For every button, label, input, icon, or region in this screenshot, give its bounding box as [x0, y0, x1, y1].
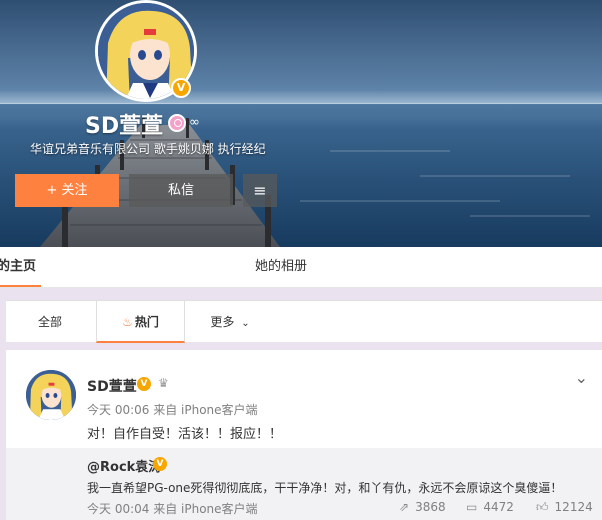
- filter-hot[interactable]: ♨ 热门: [96, 301, 185, 343]
- share-icon: ⇗: [399, 500, 410, 514]
- message-button[interactable]: 私信: [129, 174, 233, 207]
- filter-more[interactable]: 更多 ⌄: [202, 301, 258, 343]
- verified-badge-icon: V: [171, 78, 191, 98]
- chevron-down-icon[interactable]: ⌄: [575, 368, 588, 387]
- profile-cover: V SD萱萱 ∞ 华谊兄弟音乐有限公司 歌手姚贝娜 执行经纪 + 关注 私信 ≡: [0, 0, 602, 247]
- chevron-down-icon: ⌄: [241, 318, 250, 329]
- female-gender-icon: [168, 114, 186, 132]
- verified-badge-icon: V: [137, 377, 151, 391]
- profile-tabs: 的主页 她的相册: [0, 247, 602, 288]
- post-card: SD萱萱 V ♛ ⌄ 今天 00:06 来自 iPhone客户端 对！自作自受！…: [6, 350, 602, 520]
- filter-hot-label: 热门: [134, 315, 159, 329]
- comment-count[interactable]: ▭ 4472: [466, 500, 514, 514]
- poster-avatar[interactable]: [26, 370, 76, 420]
- share-count[interactable]: ⇗ 3868: [399, 500, 446, 514]
- repost-timestamp[interactable]: 今天 00:04 来自 iPhone客户端: [87, 500, 258, 517]
- repost-text: 我一直希望PG-one死得彻彻底底，干干净净！对，和丫有仇，永远不会原谅这个臭傻…: [87, 481, 563, 495]
- filter-all[interactable]: 全部: [22, 301, 78, 343]
- profile-name: SD萱萱: [85, 114, 164, 139]
- filter-more-label: 更多: [210, 315, 235, 329]
- follow-button[interactable]: + 关注: [15, 174, 119, 207]
- verified-badge-icon: V: [153, 457, 167, 471]
- repost-block: @Rock袁涛 V 我一直希望PG-one死得彻彻底底，干干净净！对，和丫有仇，…: [6, 448, 602, 520]
- comment-icon: ▭: [466, 500, 478, 514]
- post-text: 对！自作自受！活该！！报应！！: [87, 427, 283, 442]
- poster-name[interactable]: SD萱萱: [87, 376, 137, 396]
- tab-home[interactable]: 的主页: [0, 247, 41, 287]
- crown-icon: ♛: [158, 376, 169, 390]
- fire-icon: ♨: [122, 315, 133, 329]
- comment-count-value: 4472: [483, 500, 514, 514]
- profile-description: 华谊兄弟音乐有限公司 歌手姚贝娜 执行经纪: [30, 142, 266, 156]
- like-count[interactable]: 👍︎ 12124: [536, 500, 593, 515]
- menu-icon[interactable]: ≡: [243, 174, 277, 207]
- post-timestamp[interactable]: 今天 00:06 来自 iPhone客户端: [87, 401, 258, 418]
- feed-filter-bar: 全部 ♨ 热门 更多 ⌄: [6, 300, 602, 343]
- tab-album[interactable]: 她的相册: [255, 247, 307, 287]
- avatar-illustration: [26, 370, 76, 420]
- share-count-value: 3868: [415, 500, 446, 514]
- membership-icon[interactable]: ∞: [189, 115, 200, 130]
- repost-username[interactable]: @Rock袁涛: [87, 456, 161, 475]
- like-count-value: 12124: [554, 500, 593, 514]
- thumbs-up-icon: 👍︎: [536, 500, 549, 514]
